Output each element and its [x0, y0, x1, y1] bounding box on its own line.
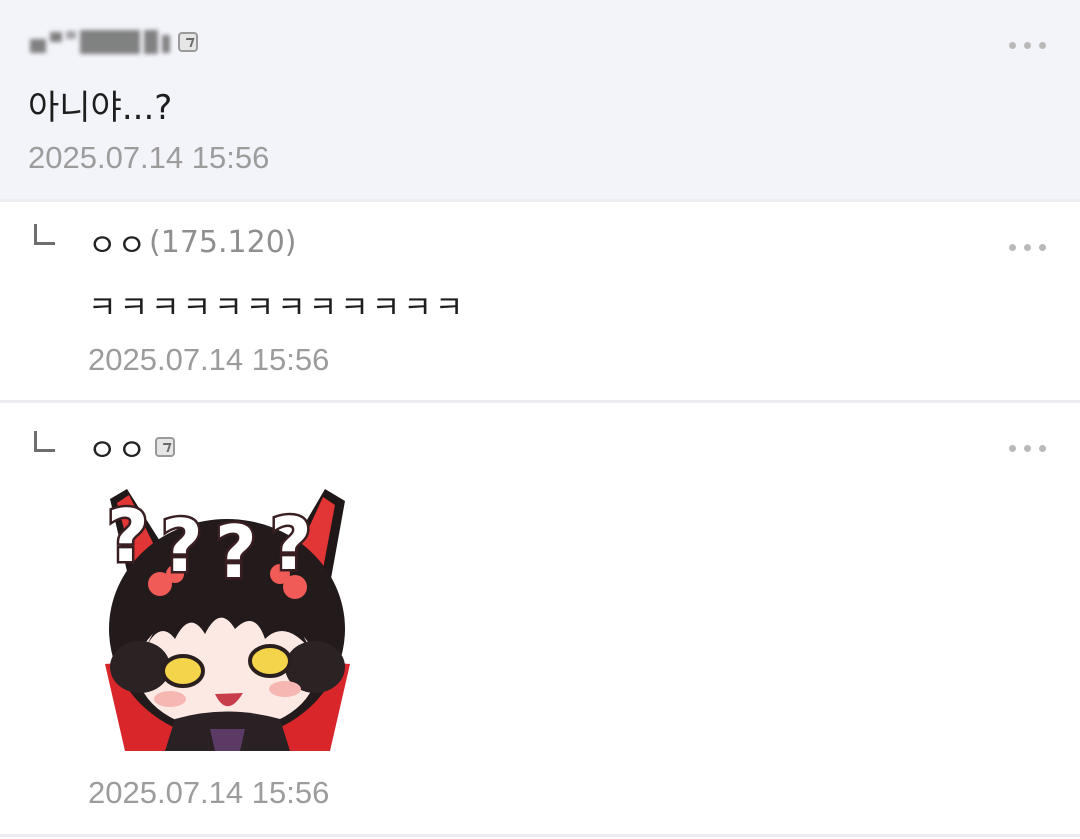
comment-time: 2025.07.14 15:56	[88, 342, 330, 377]
comment-author[interactable]: ㅇㅇ	[88, 427, 176, 469]
nickname: ㅇㅇ	[88, 432, 148, 469]
more-dots-icon	[1009, 244, 1016, 251]
comment-text: 아니야...?	[28, 88, 173, 128]
more-dots-icon	[1009, 445, 1016, 452]
reply-arrow-icon	[34, 224, 55, 245]
fixed-user-badge-icon	[155, 437, 176, 457]
comment-author[interactable]	[30, 22, 198, 62]
comment-author[interactable]: ㅇㅇ (175.120)	[88, 222, 297, 264]
more-dots-icon	[1009, 42, 1016, 49]
reply-arrow-icon	[34, 431, 55, 452]
comment-time: 2025.07.14 15:56	[28, 140, 270, 175]
reply-item: ㅇㅇ (175.120) ㅋㅋㅋㅋㅋㅋㅋㅋㅋㅋㅋㅋ 2025.07.14 15:…	[0, 202, 1080, 403]
blurred-nickname	[30, 30, 170, 54]
more-options-button[interactable]	[1009, 42, 1046, 49]
comment-text: ㅋㅋㅋㅋㅋㅋㅋㅋㅋㅋㅋㅋ	[88, 290, 467, 326]
comment-item: 아니야...? 2025.07.14 15:56	[0, 0, 1080, 202]
comment-time: 2025.07.14 15:56	[88, 775, 330, 810]
fox-girl-sticker-icon: ? ? ? ?	[105, 489, 350, 751]
svg-text:?: ?	[215, 510, 257, 594]
svg-text:?: ?	[161, 504, 203, 588]
ip-address: (175.120)	[149, 224, 297, 260]
svg-text:?: ?	[107, 494, 149, 578]
more-options-button[interactable]	[1009, 445, 1046, 452]
more-options-button[interactable]	[1009, 244, 1046, 251]
svg-text:?: ?	[270, 502, 312, 586]
fixed-user-badge-icon	[178, 32, 198, 52]
sticker-image[interactable]: ? ? ? ?	[105, 489, 350, 751]
nickname: ㅇㅇ	[88, 227, 148, 264]
reply-item: ㅇㅇ ? ? ? ? 2025.07.14 15:56	[0, 403, 1080, 837]
